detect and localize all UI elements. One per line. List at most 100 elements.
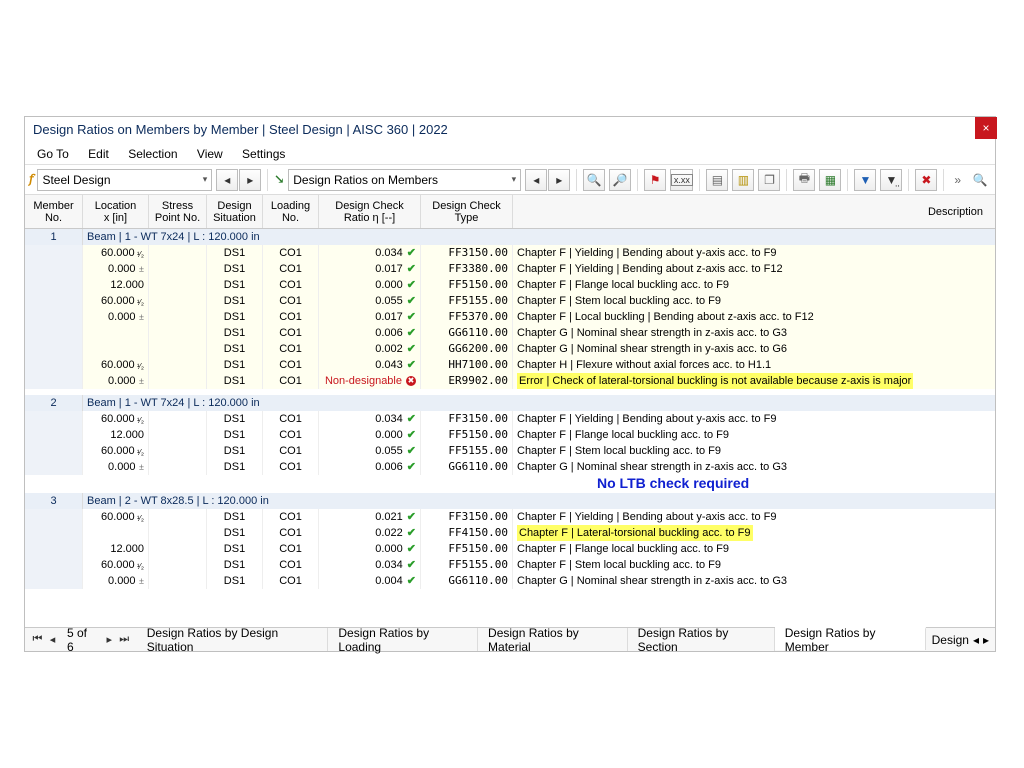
col-situation[interactable]: Design Situation xyxy=(207,195,263,228)
col-stress[interactable]: Stress Point No. xyxy=(149,195,207,228)
table-row[interactable]: 0.000 ± DS1 CO1 0.017✔ FF3380.00 Chapter… xyxy=(25,261,995,277)
table-row[interactable]: 60.000 ¹⁄₂ DS1 CO1 0.055✔ FF5155.00 Chap… xyxy=(25,443,995,459)
design-type-combo[interactable]: Steel Design ▾ xyxy=(37,169,212,191)
checkmark-icon: ✔ xyxy=(407,325,416,341)
clear-icon: ✖ xyxy=(921,173,931,187)
table-row[interactable]: 60.000 ¹⁄₂ DS1 CO1 0.021✔ FF3150.00 Chap… xyxy=(25,509,995,525)
split-horiz-button[interactable]: ▤ xyxy=(706,169,728,191)
table-row[interactable]: 60.000 ¹⁄₂ DS1 CO1 0.034✔ FF5155.00 Chap… xyxy=(25,557,995,573)
table-row[interactable]: 12.000 DS1 CO1 0.000✔ FF5150.00 Chapter … xyxy=(25,277,995,293)
toolbar: 𝑓 Steel Design ▾ ◂ ▸ ↘ Design Ratios on … xyxy=(25,165,995,195)
funnel-gear-icon: ▼̤ xyxy=(885,173,897,187)
pager-first[interactable]: ⏮ xyxy=(31,633,44,646)
excel-icon: ▦ xyxy=(825,173,836,187)
next-table-button[interactable]: ▸ xyxy=(548,169,570,191)
menu-goto[interactable]: Go To xyxy=(29,143,77,165)
pager-label: 5 of 6 xyxy=(61,626,101,654)
export-excel-button[interactable]: ▦ xyxy=(819,169,841,191)
pager: ⏮ ◂ 5 of 6 ▸ ⏭ xyxy=(25,626,137,654)
table-row[interactable]: 0.000 ± DS1 CO1 0.006✔ GG6110.00 Chapter… xyxy=(25,459,995,475)
col-loading[interactable]: Loading No. xyxy=(263,195,319,228)
formula-icon: x.xx xyxy=(671,174,693,186)
table-row[interactable]: 60.000 ¹⁄₂ DS1 CO1 0.043✔ HH7100.00 Chap… xyxy=(25,357,995,373)
checkmark-icon: ✔ xyxy=(407,573,416,589)
group-header[interactable]: 1 Beam | 1 - WT 7x24 | L : 120.000 in xyxy=(25,229,995,245)
checkmark-icon: ✔ xyxy=(407,341,416,357)
tab-by-section[interactable]: Design Ratios by Section xyxy=(628,628,775,651)
table-row[interactable]: DS1 CO1 0.022✔ FF4150.00 Chapter F | Lat… xyxy=(25,525,995,541)
menu-selection[interactable]: Selection xyxy=(120,143,185,165)
chevron-down-icon: ▾ xyxy=(512,174,517,185)
checkmark-icon: ✔ xyxy=(407,427,416,443)
split-vert-button[interactable]: ▥ xyxy=(732,169,754,191)
zoom-in-button[interactable]: 🔍 xyxy=(583,169,605,191)
tab-by-loading[interactable]: Design Ratios by Loading xyxy=(328,628,478,651)
clear-button[interactable]: ✖ xyxy=(915,169,937,191)
checkmark-icon: ✔ xyxy=(407,411,416,427)
show-detail-button[interactable]: ⚑ xyxy=(644,169,666,191)
filter-button[interactable]: ▼ xyxy=(854,169,876,191)
menu-edit[interactable]: Edit xyxy=(80,143,117,165)
print-button[interactable]: 🖶 xyxy=(793,169,815,191)
checkmark-icon: ✔ xyxy=(407,245,416,261)
table-row[interactable]: 60.000 ¹⁄₂ DS1 CO1 0.034✔ FF3150.00 Chap… xyxy=(25,245,995,261)
table-row[interactable]: 60.000 ¹⁄₂ DS1 CO1 0.055✔ FF5155.00 Chap… xyxy=(25,293,995,309)
checkmark-icon: ✔ xyxy=(407,293,416,309)
col-type[interactable]: Design Check Type xyxy=(421,195,513,228)
prev-design-button[interactable]: ◂ xyxy=(216,169,238,191)
table-row[interactable]: DS1 CO1 0.006✔ GG6110.00 Chapter G | Nom… xyxy=(25,325,995,341)
table-row[interactable]: 0.000 ± DS1 CO1 0.017✔ FF5370.00 Chapter… xyxy=(25,309,995,325)
menu-view[interactable]: View xyxy=(189,143,231,165)
table-row[interactable]: 12.000 DS1 CO1 0.000✔ FF5150.00 Chapter … xyxy=(25,541,995,557)
window-title: Design Ratios on Members by Member | Ste… xyxy=(33,122,448,137)
col-member[interactable]: Member No. xyxy=(25,195,83,228)
tab-design[interactable]: Design xyxy=(932,633,969,647)
grid-body: 1 Beam | 1 - WT 7x24 | L : 120.000 in 60… xyxy=(25,229,995,595)
pager-next[interactable]: ▸ xyxy=(103,633,116,646)
window-icon: ❐ xyxy=(764,173,775,187)
titlebar: Design Ratios on Members by Member | Ste… xyxy=(25,117,995,143)
prev-table-button[interactable]: ◂ xyxy=(525,169,547,191)
checkmark-icon: ✔ xyxy=(407,557,416,573)
pager-last[interactable]: ⏭ xyxy=(118,633,131,646)
col-location[interactable]: Location x [in] xyxy=(83,195,149,228)
next-design-button[interactable]: ▸ xyxy=(239,169,261,191)
printer-icon: 🖶 xyxy=(799,169,810,190)
checkmark-icon: ✔ xyxy=(407,459,416,475)
tabs-scroll-left[interactable]: ◂ xyxy=(973,633,979,647)
table-row[interactable]: 12.000 DS1 CO1 0.000✔ FF5150.00 Chapter … xyxy=(25,427,995,443)
table-combo[interactable]: Design Ratios on Members ▾ xyxy=(288,169,521,191)
options-button[interactable]: 🔍 xyxy=(969,169,991,191)
menu-settings[interactable]: Settings xyxy=(234,143,293,165)
layout-vert-icon: ▥ xyxy=(738,173,749,187)
tab-by-design-situation[interactable]: Design Ratios by Design Situation xyxy=(137,628,329,651)
tabs-scroll-right[interactable]: ▸ xyxy=(983,633,989,647)
group-header[interactable]: 2 Beam | 1 - WT 7x24 | L : 120.000 in xyxy=(25,395,995,411)
group-header[interactable]: 3 Beam | 2 - WT 8x28.5 | L : 120.000 in xyxy=(25,493,995,509)
more-icon[interactable]: » xyxy=(950,173,965,187)
new-window-button[interactable]: ❐ xyxy=(758,169,780,191)
checkmark-icon: ✔ xyxy=(407,509,416,525)
checkmark-icon: ✔ xyxy=(407,541,416,557)
table-row[interactable]: 0.000 ± DS1 CO1 Non-designable✖ ER9902.0… xyxy=(25,373,995,389)
pager-prev[interactable]: ◂ xyxy=(46,633,59,646)
flag-icon: ⚑ xyxy=(650,173,661,187)
magnifier-plus-icon: 🔍 xyxy=(587,173,602,187)
filter-config-button[interactable]: ▼̤ xyxy=(880,169,902,191)
error-icon: ✖ xyxy=(406,376,416,386)
zoom-out-button[interactable]: 🔎 xyxy=(609,169,631,191)
show-formula-button[interactable]: x.xx xyxy=(670,169,693,191)
table-row[interactable]: DS1 CO1 0.002✔ GG6200.00 Chapter G | Nom… xyxy=(25,341,995,357)
tab-by-material[interactable]: Design Ratios by Material xyxy=(478,628,628,651)
app-window: Design Ratios on Members by Member | Ste… xyxy=(24,116,996,652)
annotation-no-ltb: No LTB check required xyxy=(597,475,749,491)
table-row[interactable]: 0.000 ± DS1 CO1 0.004✔ GG6110.00 Chapter… xyxy=(25,573,995,589)
close-button[interactable]: × xyxy=(975,117,997,139)
tab-by-member[interactable]: Design Ratios by Member xyxy=(775,627,926,650)
col-desc[interactable]: Description xyxy=(513,195,995,228)
tabs-overflow: Design ◂ ▸ xyxy=(926,633,995,647)
col-ratio[interactable]: Design Check Ratio η [--] xyxy=(319,195,421,228)
steel-design-icon: 𝑓 xyxy=(29,172,33,187)
table-row[interactable]: 60.000 ¹⁄₂ DS1 CO1 0.034✔ FF3150.00 Chap… xyxy=(25,411,995,427)
checkmark-icon: ✔ xyxy=(407,443,416,459)
